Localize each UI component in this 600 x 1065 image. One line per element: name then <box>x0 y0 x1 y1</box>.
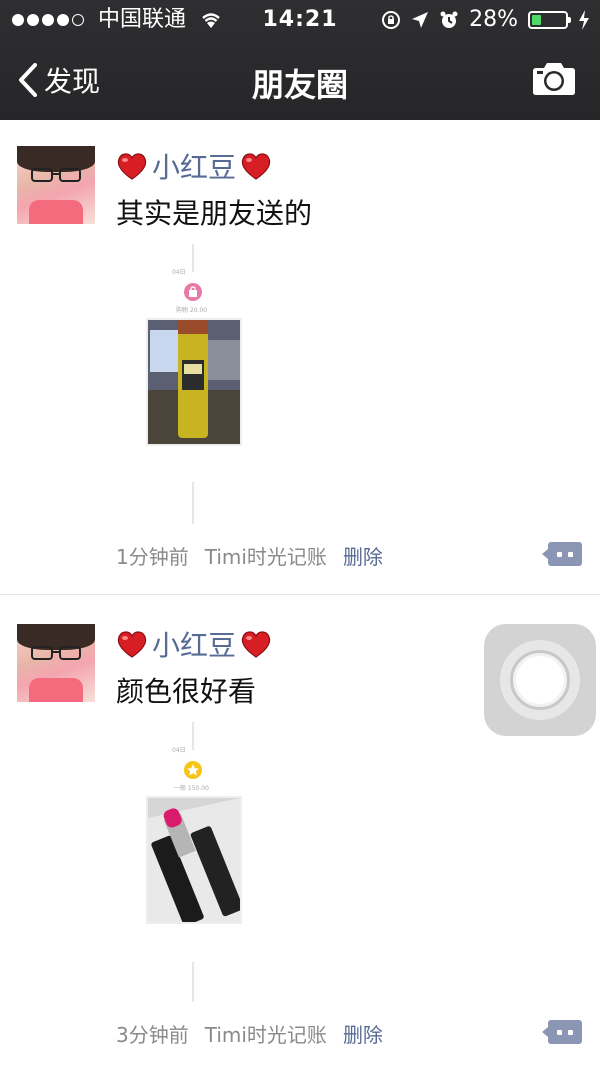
comment-button[interactable] <box>542 542 582 566</box>
avatar[interactable] <box>17 146 95 224</box>
comment-button[interactable] <box>542 1020 582 1044</box>
battery-percent: 28% <box>469 7 518 32</box>
moment-post: 小红豆 其实是朋友送的 04日 购物 20.00 1分钟前 Timi时光记账 删… <box>0 120 600 595</box>
top-bar: 中国联通 14:21 28% 发现 朋友圈 <box>0 0 600 120</box>
timeline-line <box>192 482 194 524</box>
post-source[interactable]: Timi时光记账 <box>205 1019 327 1048</box>
rotation-lock-icon <box>382 11 401 29</box>
heart-emoji-icon <box>117 631 147 658</box>
post-text: 其实是朋友送的 <box>116 197 313 230</box>
post-photo[interactable] <box>146 796 242 924</box>
user-name-label: 小红豆 <box>152 151 237 184</box>
heart-emoji-icon <box>241 631 271 658</box>
avatar[interactable] <box>17 624 95 702</box>
timeline-caption: 一般 150.00 <box>174 785 209 792</box>
delete-button[interactable]: 删除 <box>343 1019 383 1048</box>
battery-fill <box>532 15 541 25</box>
post-source[interactable]: Timi时光记账 <box>205 541 327 570</box>
location-arrow-icon <box>412 12 429 28</box>
timeline-date: 04日 <box>172 747 186 754</box>
post-photo[interactable] <box>146 318 242 446</box>
status-bar: 中国联通 14:21 28% <box>0 0 600 40</box>
charging-bolt-icon <box>579 10 589 30</box>
post-meta: 1分钟前 Timi时光记账 删除 <box>116 541 383 570</box>
battery-icon <box>528 11 571 29</box>
post-divider <box>0 594 600 595</box>
assistive-touch-button[interactable] <box>484 624 596 736</box>
post-time: 3分钟前 <box>116 1023 189 1047</box>
timeline-line <box>192 244 194 272</box>
timeline-caption: 购物 20.00 <box>176 307 208 314</box>
camera-icon[interactable] <box>532 60 576 96</box>
page-title: 朋友圈 <box>251 66 348 104</box>
timeline-date: 04日 <box>172 269 186 276</box>
delete-button[interactable]: 删除 <box>343 541 383 570</box>
user-name-label: 小红豆 <box>152 629 237 662</box>
heart-emoji-icon <box>117 153 147 180</box>
timeline-line <box>192 722 194 750</box>
star-icon <box>184 761 202 779</box>
post-text: 颜色很好看 <box>116 675 257 708</box>
user-name[interactable]: 小红豆 <box>116 146 272 186</box>
heart-emoji-icon <box>241 153 271 180</box>
post-meta: 3分钟前 Timi时光记账 删除 <box>116 1019 383 1048</box>
timeline-line <box>192 962 194 1002</box>
navigation-bar: 发现 朋友圈 <box>0 40 600 120</box>
post-time: 1分钟前 <box>116 545 189 569</box>
shopping-icon <box>184 283 202 301</box>
alarm-clock-icon <box>440 11 458 28</box>
user-name[interactable]: 小红豆 <box>116 624 272 664</box>
status-right: 28% <box>381 0 590 40</box>
